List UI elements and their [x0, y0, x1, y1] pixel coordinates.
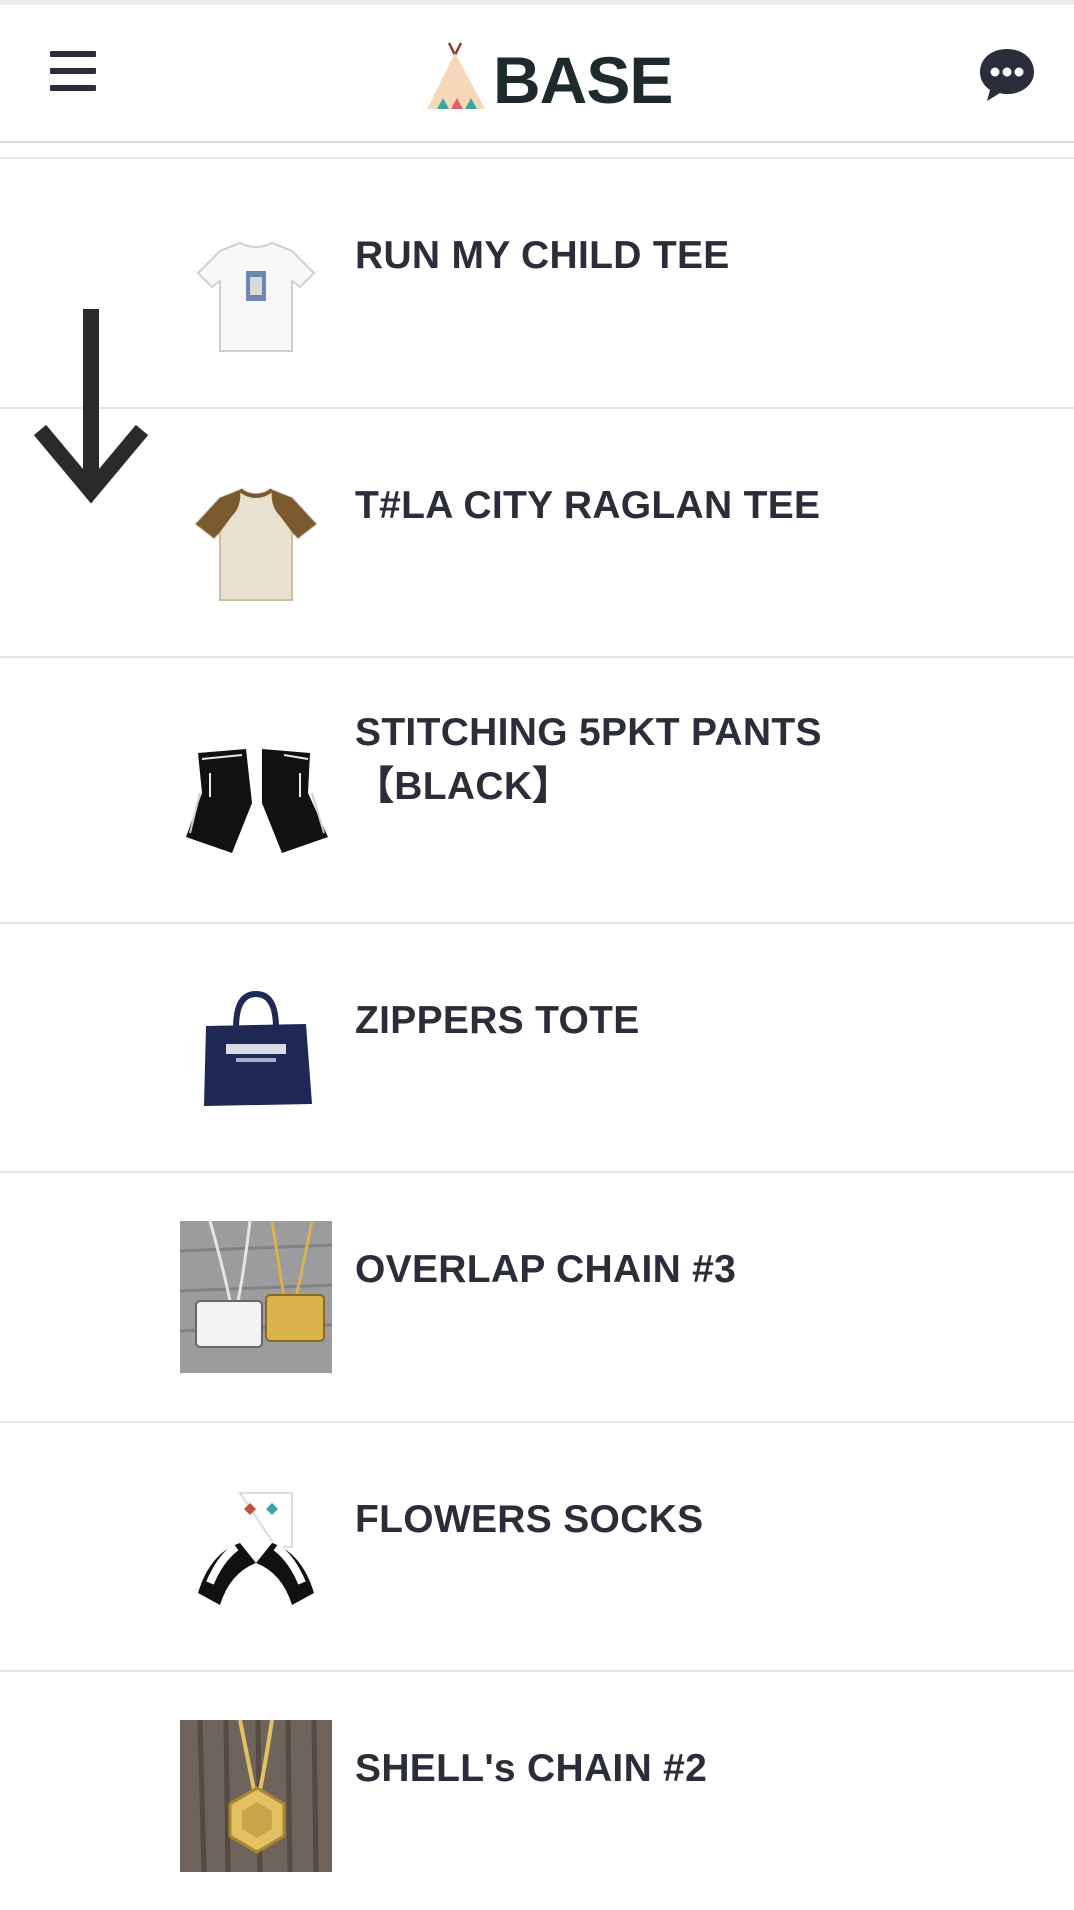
product-name: T#LA CITY RAGLAN TEE — [355, 484, 821, 527]
black-pants-thumbnail — [180, 733, 332, 885]
app-header: BASE — [0, 5, 1074, 143]
product-name: SHELL's CHAIN #2 — [355, 1747, 708, 1790]
navy-tote-bag-thumbnail — [180, 984, 332, 1136]
white-tshirt-thumbnail — [180, 229, 332, 381]
brand-name: BASE — [493, 43, 673, 117]
chat-bubble-icon[interactable] — [978, 47, 1036, 103]
product-name: STITCHING 5PKT PANTS【BLACK】 — [355, 711, 822, 808]
hamburger-menu-icon[interactable] — [50, 49, 96, 93]
product-row[interactable]: T#LA CITY RAGLAN TEE — [0, 407, 1074, 656]
base-logo[interactable]: BASE — [425, 39, 673, 117]
product-name: RUN MY CHILD TEE — [355, 234, 730, 277]
gold-pendant-thumbnail — [180, 1720, 332, 1872]
product-row[interactable]: ZIPPERS TOTE — [0, 922, 1074, 1171]
product-name: ZIPPERS TOTE — [355, 999, 640, 1042]
product-name: FLOWERS SOCKS — [355, 1498, 704, 1541]
socks-thumbnail — [180, 1473, 332, 1625]
product-row[interactable]: RUN MY CHILD TEE — [0, 157, 1074, 407]
product-row[interactable]: OVERLAP CHAIN #3 — [0, 1171, 1074, 1421]
down-arrow-icon — [34, 309, 148, 504]
teepee-logo-icon — [427, 42, 485, 109]
product-list: RUN MY CHILD TEE T#LA CITY RAGLAN TEE ST… — [0, 157, 1074, 1910]
raglan-tshirt-thumbnail — [180, 476, 332, 628]
product-row[interactable]: STITCHING 5PKT PANTS【BLACK】 — [0, 656, 1074, 922]
product-name: OVERLAP CHAIN #3 — [355, 1248, 737, 1291]
product-row[interactable]: SHELL's CHAIN #2 — [0, 1670, 1074, 1910]
chain-necklaces-thumbnail — [180, 1221, 332, 1373]
product-row[interactable]: FLOWERS SOCKS — [0, 1421, 1074, 1670]
